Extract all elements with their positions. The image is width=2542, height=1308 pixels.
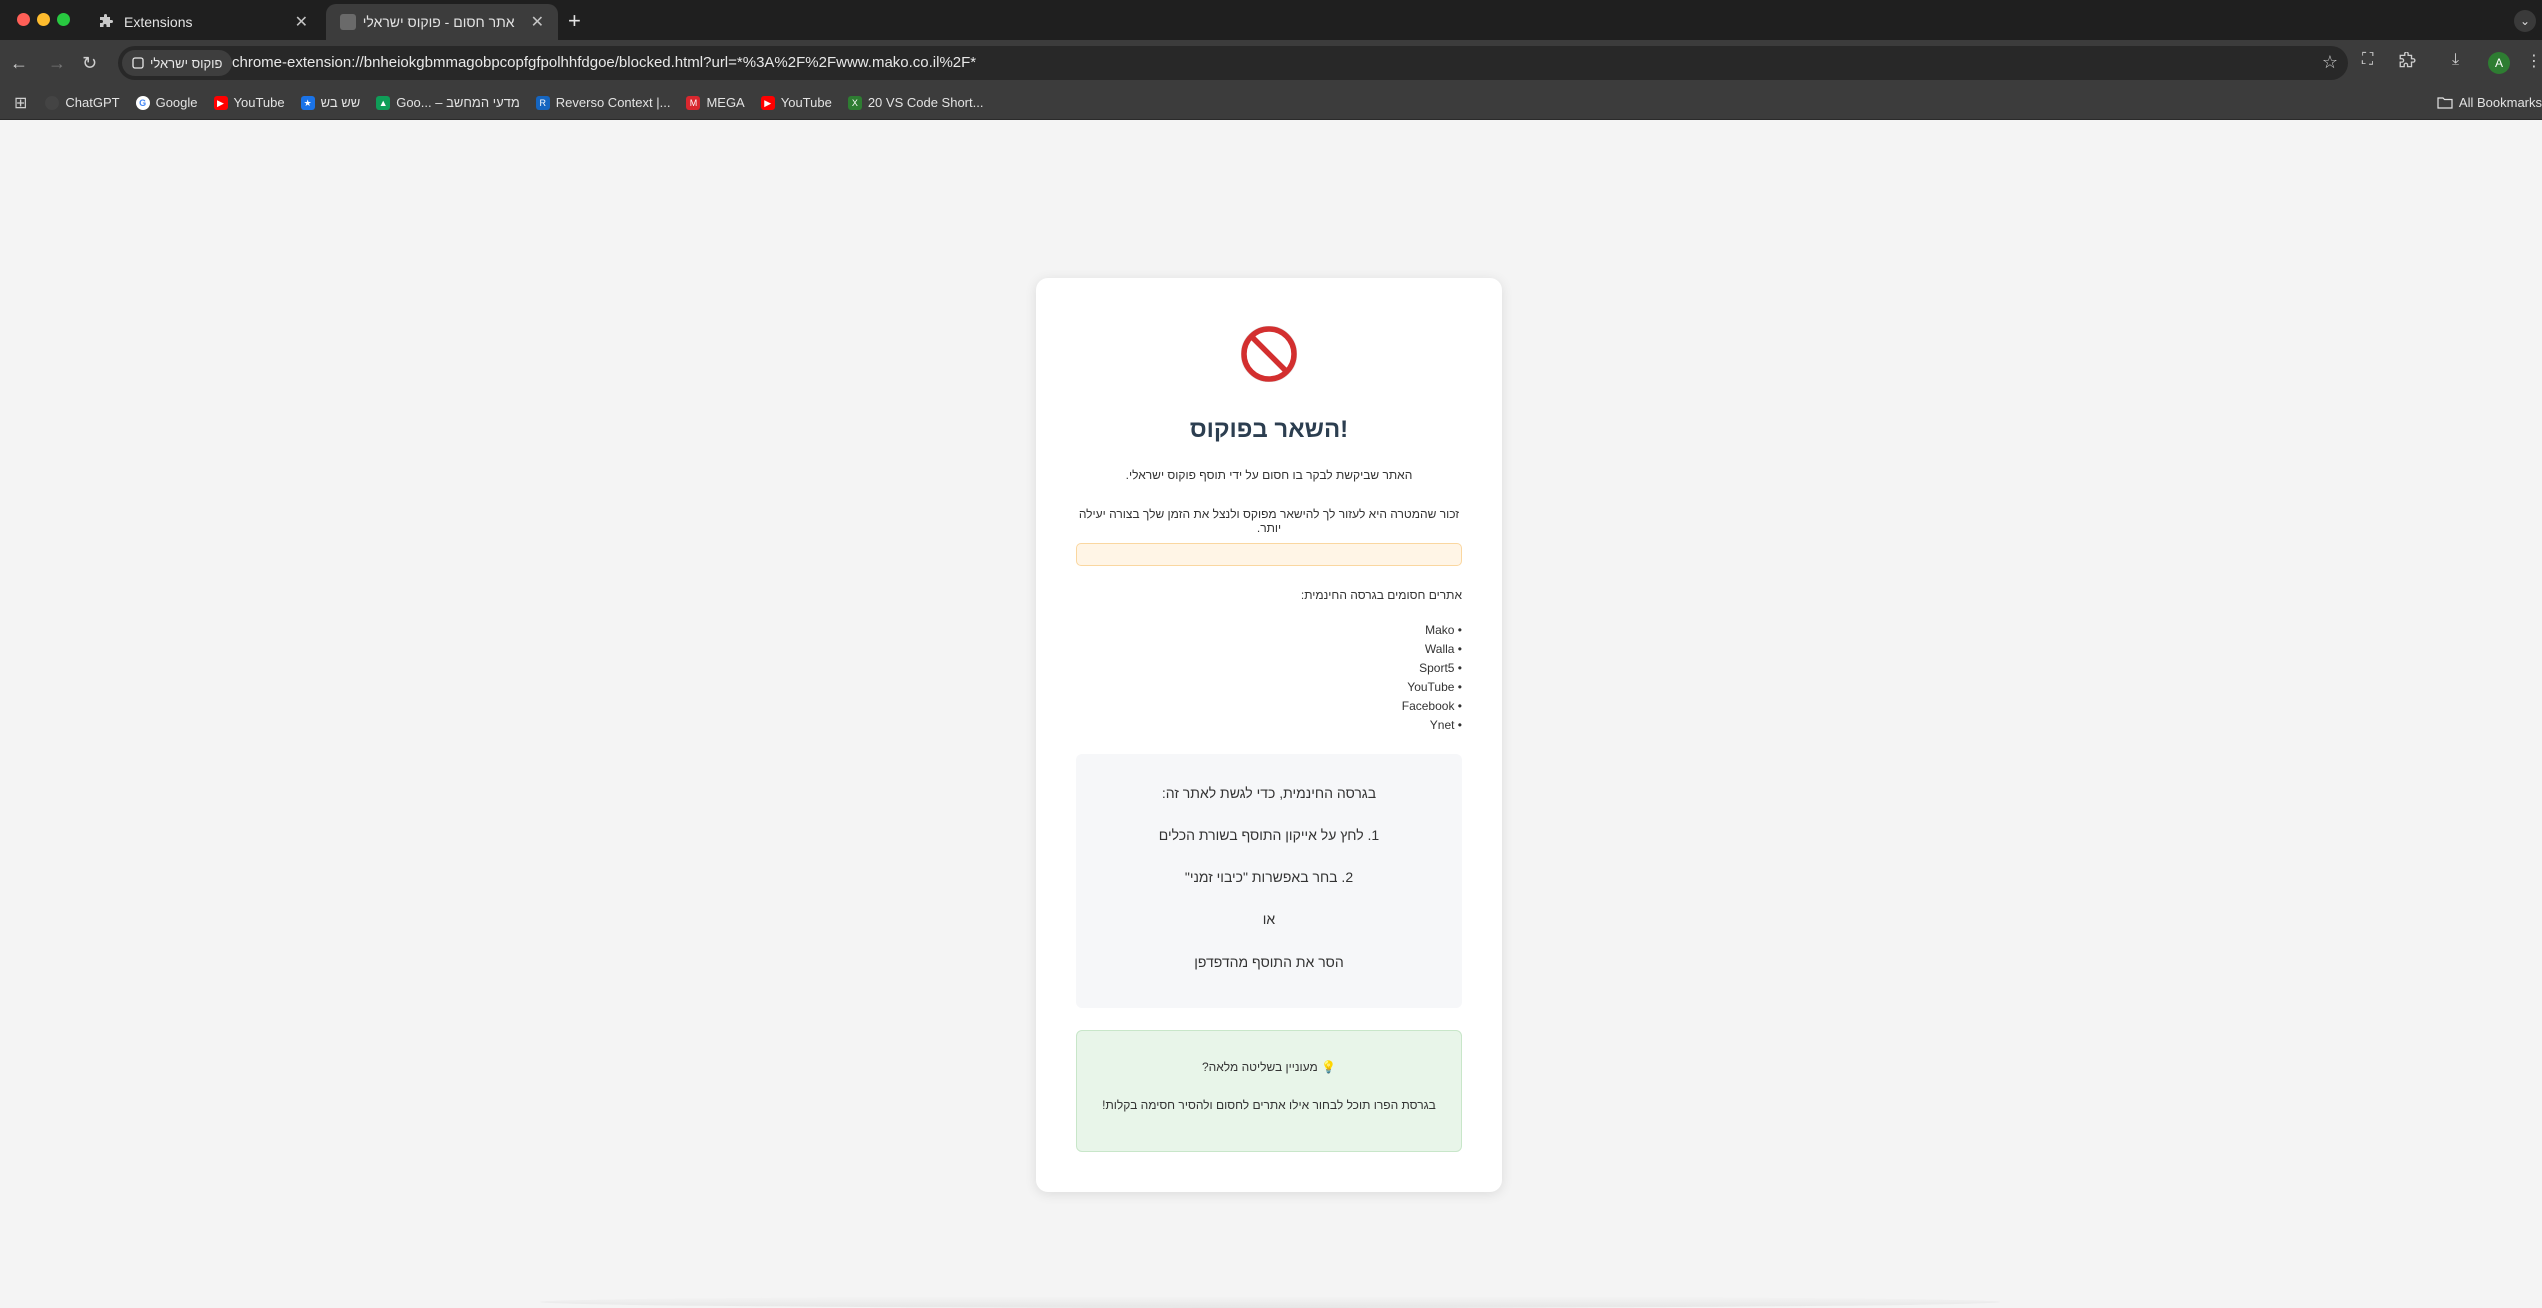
list-item: • YouTube bbox=[1407, 680, 1462, 694]
list-item: • Sport5 bbox=[1419, 661, 1462, 675]
bookmark-star-icon[interactable]: ☆ bbox=[2322, 52, 2338, 73]
bookmark-label: שש בש bbox=[320, 95, 361, 110]
youtube-icon: ▶ bbox=[213, 95, 228, 110]
bookmark-label: MEGA bbox=[706, 95, 745, 110]
bookmark-youtube[interactable]: ▶ YouTube bbox=[213, 95, 285, 110]
address-bar[interactable]: פוקוס ישראלי chrome-extension://bnheiokg… bbox=[118, 46, 2348, 80]
list-item: • Facebook bbox=[1401, 699, 1462, 713]
forward-arrow-icon[interactable]: → bbox=[48, 53, 66, 74]
reload-icon[interactable]: ↻ bbox=[82, 53, 97, 74]
blocked-sites-list: • Mako • Walla • Sport5 • YouTube • Face… bbox=[1076, 623, 1462, 737]
no-entry-icon bbox=[1241, 326, 1297, 382]
profile-avatar[interactable]: A bbox=[2488, 52, 2510, 74]
site-chip-label: פוקוס ישראלי bbox=[150, 55, 223, 71]
reverso-icon: R bbox=[535, 95, 550, 110]
mega-icon: M bbox=[686, 95, 701, 110]
toolbar: ← → ↻ פוקוס ישראלי chrome-extension://bn… bbox=[0, 40, 2542, 86]
maximize-window-button[interactable] bbox=[57, 13, 70, 26]
bookmark-reverso[interactable]: R Reverso Context |... bbox=[535, 95, 671, 110]
instructions-step-2: 2. בחר באפשרות "כיבוי זמני" bbox=[1184, 869, 1354, 885]
tab-search-icon[interactable]: ⌄ bbox=[2514, 10, 2536, 32]
extension-page-icon bbox=[132, 57, 144, 69]
bookmark-label: YouTube bbox=[233, 95, 285, 110]
back-arrow-icon[interactable]: ← bbox=[10, 53, 28, 74]
tab-extensions[interactable]: Extensions ✕ bbox=[84, 4, 322, 40]
list-item: • Walla bbox=[1424, 642, 1462, 656]
instructions-box: בגרסה החינמית, כדי לגשת לאתר זה: 1. לחץ … bbox=[1076, 754, 1462, 1008]
page-title: השאר בפוקוס! bbox=[1189, 416, 1349, 443]
folder-icon bbox=[2437, 97, 2453, 109]
bookmark-google[interactable]: G Google bbox=[135, 95, 198, 110]
vscode-icon: X bbox=[847, 95, 862, 110]
youtube-icon: ▶ bbox=[760, 95, 775, 110]
apps-grid-icon[interactable]: ⊞ bbox=[14, 93, 27, 113]
instructions-or: או bbox=[1262, 911, 1276, 927]
pro-text: בגרסת הפרו תוכל לבחור אילו אתרים לחסום ו… bbox=[1102, 1098, 1436, 1112]
close-tab-icon[interactable]: ✕ bbox=[531, 12, 544, 32]
chatgpt-icon bbox=[45, 95, 60, 110]
bookmark-vscode-shortcuts[interactable]: X 20 VS Code Short... bbox=[847, 95, 984, 110]
warning-box bbox=[1076, 543, 1462, 566]
list-item: • Ynet bbox=[1429, 718, 1462, 732]
extensions-puzzle-icon[interactable] bbox=[2398, 52, 2416, 70]
bookmark-shesh-besh[interactable]: ★ שש בש bbox=[300, 95, 361, 110]
new-tab-button[interactable]: + bbox=[568, 8, 581, 34]
bottom-edge-shadow bbox=[540, 1296, 2000, 1308]
focus-reminder: זכור שהמטרה היא לעזור לך להישאר מפוקס ול… bbox=[1078, 507, 1460, 535]
list-item: • Mako bbox=[1425, 623, 1462, 637]
download-icon[interactable]: ⤓ bbox=[2452, 51, 2459, 69]
pro-heading: 💡 מעוניין בשליטה מלאה? bbox=[1201, 1060, 1337, 1074]
pro-upsell-box: 💡 מעוניין בשליטה מלאה? בגרסת הפרו תוכל ל… bbox=[1076, 1030, 1462, 1152]
puzzle-icon bbox=[100, 14, 113, 27]
screen-capture-icon[interactable]: ⛶ bbox=[2362, 51, 2373, 69]
bookmark-label: Reverso Context |... bbox=[555, 95, 671, 110]
bookmark-youtube-2[interactable]: ▶ YouTube bbox=[760, 95, 832, 110]
url-text[interactable]: chrome-extension://bnheiokgbmmagobpcopfg… bbox=[232, 54, 976, 71]
close-tab-icon[interactable]: ✕ bbox=[295, 12, 308, 32]
tab-strip: Extensions ✕ אתר חסום - פוקוס ישראלי ✕ +… bbox=[0, 0, 2542, 40]
minimize-window-button[interactable] bbox=[37, 13, 50, 26]
instructions-step-1: 1. לחץ על אייקון התוסף בשורת הכלים bbox=[1158, 827, 1380, 843]
instructions-intro: בגרסה החינמית, כדי לגשת לאתר זה: bbox=[1161, 785, 1377, 801]
close-window-button[interactable] bbox=[17, 13, 30, 26]
bookmark-chatgpt[interactable]: ChatGPT bbox=[45, 95, 120, 110]
bookmark-google-drive[interactable]: ▲ Goo... – מדעי המחשב bbox=[376, 95, 520, 110]
bookmark-label: ChatGPT bbox=[65, 95, 120, 110]
bookmark-mega[interactable]: M MEGA bbox=[686, 95, 745, 110]
drive-icon: ▲ bbox=[376, 95, 391, 110]
google-icon: G bbox=[135, 95, 150, 110]
site-info-chip[interactable]: פוקוס ישראלי bbox=[122, 50, 233, 76]
bookmarks-bar: ⊞ ChatGPT G Google ▶ YouTube ★ שש בש ▲ G… bbox=[0, 86, 2542, 120]
blocked-card: השאר בפוקוס! האתר שביקשת לבקר בו חסום על… bbox=[1036, 278, 1502, 1192]
bookmark-label: Google bbox=[155, 95, 198, 110]
page-icon bbox=[340, 14, 356, 30]
bookmark-label: YouTube bbox=[780, 95, 832, 110]
blocked-sites-heading: אתרים חסומים בגרסה החינמית: bbox=[1300, 588, 1462, 602]
bookmark-label: 20 VS Code Short... bbox=[867, 95, 984, 110]
blocked-message: האתר שביקשת לבקר בו חסום על ידי תוסף פוק… bbox=[1125, 468, 1413, 482]
tab-title: אתר חסום - פוקוס ישראלי bbox=[362, 14, 515, 30]
all-bookmarks-label: All Bookmarks bbox=[2458, 95, 2542, 110]
menu-kebab-icon[interactable]: ⋮ bbox=[2526, 51, 2542, 71]
instructions-alternative: הסר את התוסף מהדפדפן bbox=[1194, 954, 1344, 970]
bookmark-label: Goo... – מדעי המחשב bbox=[396, 95, 520, 110]
tab-blocked-page[interactable]: אתר חסום - פוקוס ישראלי ✕ bbox=[326, 4, 558, 40]
all-bookmarks-button[interactable]: All Bookmarks bbox=[2437, 95, 2542, 110]
star-icon: ★ bbox=[300, 95, 315, 110]
tab-title: Extensions bbox=[124, 14, 193, 30]
